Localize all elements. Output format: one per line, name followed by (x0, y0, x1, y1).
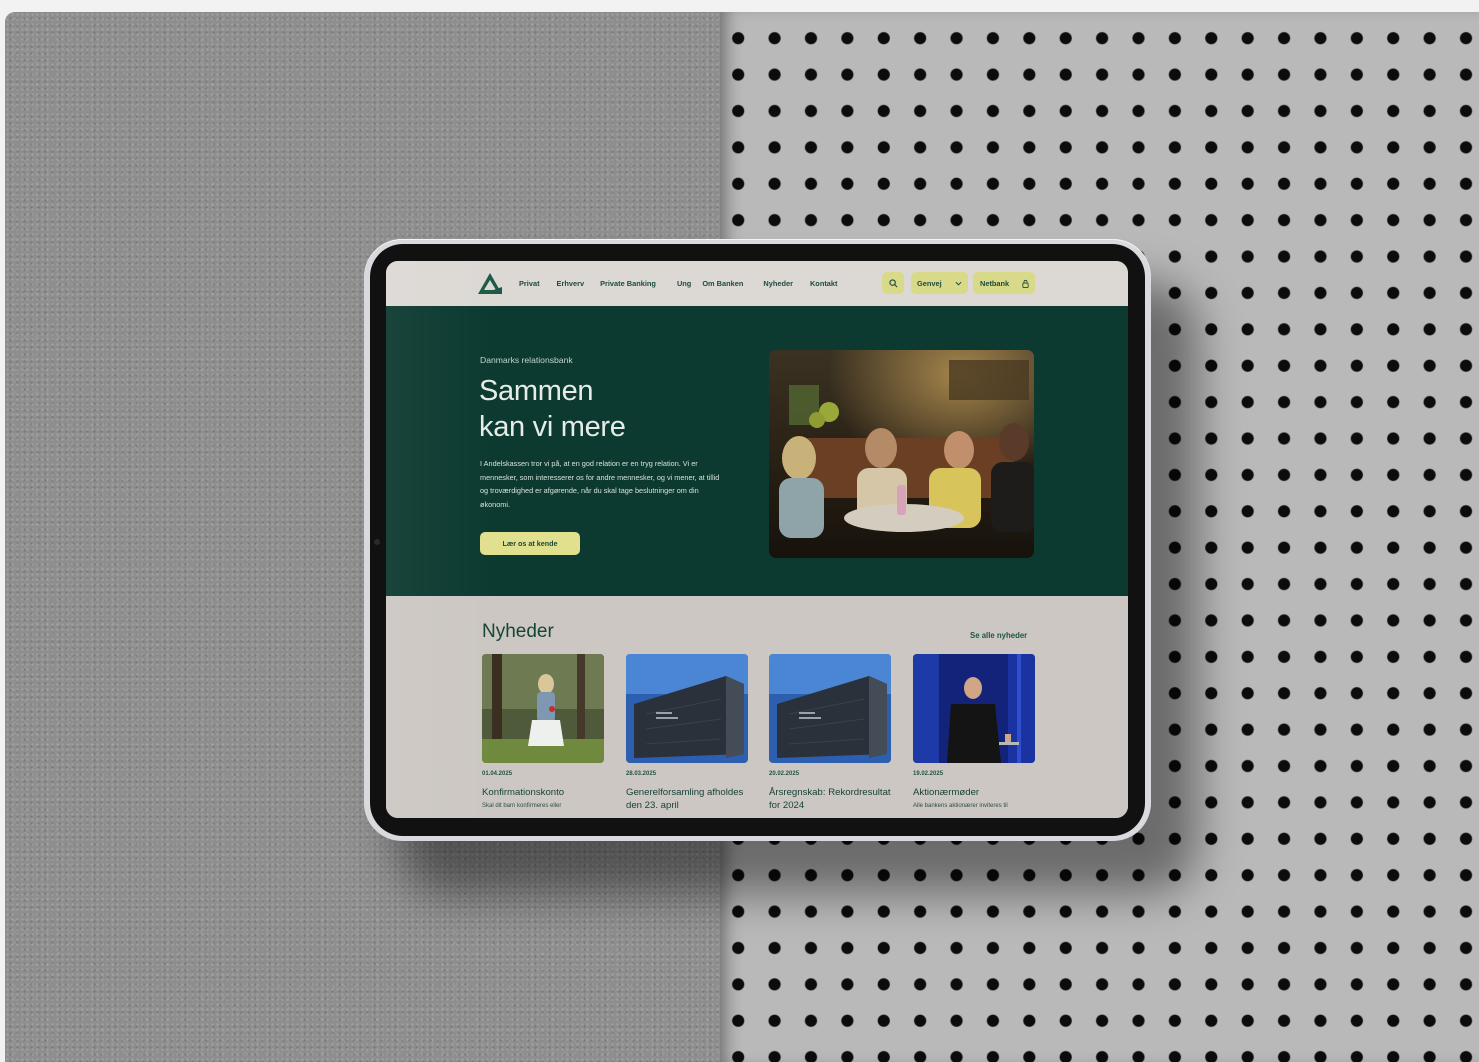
news-card[interactable]: 19.02.2025 Aktionærmøder Alle bankens ak… (913, 654, 1035, 809)
news-card-date: 01.04.2025 (482, 771, 513, 777)
lock-icon (1022, 279, 1029, 288)
news-section: Nyheder Se alle nyheder 01.04.2025 Konfi… (386, 596, 1128, 818)
genvej-dropdown[interactable]: Genvej (911, 272, 968, 294)
site-header: Privat Erhverv Private Banking Ung Om Ba… (386, 261, 1128, 306)
netbank-label: Netbank (980, 278, 1010, 288)
nav-link-ung[interactable]: Ung (677, 279, 691, 288)
genvej-label: Genvej (917, 278, 942, 288)
tablet-screen: Privat Erhverv Private Banking Ung Om Ba… (386, 261, 1128, 818)
learn-about-us-button[interactable]: Lær os at kende (480, 532, 580, 555)
news-card-title: Konfirmationskonto (482, 787, 565, 798)
news-card[interactable]: 28.03.2025 Generelforsamling afholdes de… (626, 654, 748, 815)
netbank-button[interactable]: Netbank (973, 272, 1035, 294)
chevron-down-icon (955, 281, 962, 286)
hero-eyebrow: Danmarks relationsbank (480, 355, 573, 365)
news-card-date: 19.02.2025 (913, 771, 944, 777)
nav-link-om-banken[interactable]: Om Banken (702, 279, 743, 288)
news-heading: Nyheder (482, 621, 554, 642)
news-card-image (769, 654, 891, 763)
news-card-image (626, 654, 748, 763)
nav-link-erhverv[interactable]: Erhverv (557, 279, 585, 288)
nav-link-private-banking[interactable]: Private Banking (600, 279, 656, 288)
news-card-title: Aktionærmøder (913, 787, 980, 798)
nav-link-nyheder[interactable]: Nyheder (763, 279, 793, 288)
hero-section: Danmarks relationsbank Sammen kan vi mer… (386, 306, 1128, 596)
main-nav: Privat Erhverv Private Banking Ung Om Ba… (519, 261, 837, 306)
hero-title-line-1: Sammen (479, 375, 594, 407)
triangle-logo-icon[interactable] (478, 273, 502, 294)
news-card-excerpt: Alle bankens aktionærer inviteres til (913, 802, 1008, 809)
news-card-image (913, 654, 1035, 763)
hero-title-line-2: kan vi mere (479, 411, 626, 443)
see-all-news-link[interactable]: Se alle nyheder (970, 631, 1027, 640)
news-card-date: 20.02.2025 (769, 771, 800, 777)
nav-link-privat[interactable]: Privat (519, 279, 540, 288)
news-card-title: Årsregnskab: Rekordresultat for 2024 (769, 787, 891, 811)
news-card[interactable]: 01.04.2025 Konfirmationskonto Skal dit b… (482, 654, 604, 809)
hero-photo (769, 350, 1034, 558)
hero-body-text: I Andelskassen tror vi på, at en god rel… (480, 459, 720, 509)
news-card-excerpt: Skal dit barn konfirmeres eller (482, 802, 562, 809)
news-card[interactable]: 20.02.2025 Årsregnskab: Rekordresultat f… (769, 654, 891, 815)
search-icon (888, 278, 897, 287)
news-card-date: 28.03.2025 (626, 771, 657, 777)
nav-link-kontakt[interactable]: Kontakt (810, 279, 838, 288)
search-button[interactable] (882, 272, 904, 294)
news-card-title: Generelforsamling afholdes den 23. april (626, 787, 744, 811)
camera-icon (374, 539, 380, 545)
news-card-image (482, 654, 604, 763)
hero-title: Sammen kan vi mere (479, 373, 739, 445)
